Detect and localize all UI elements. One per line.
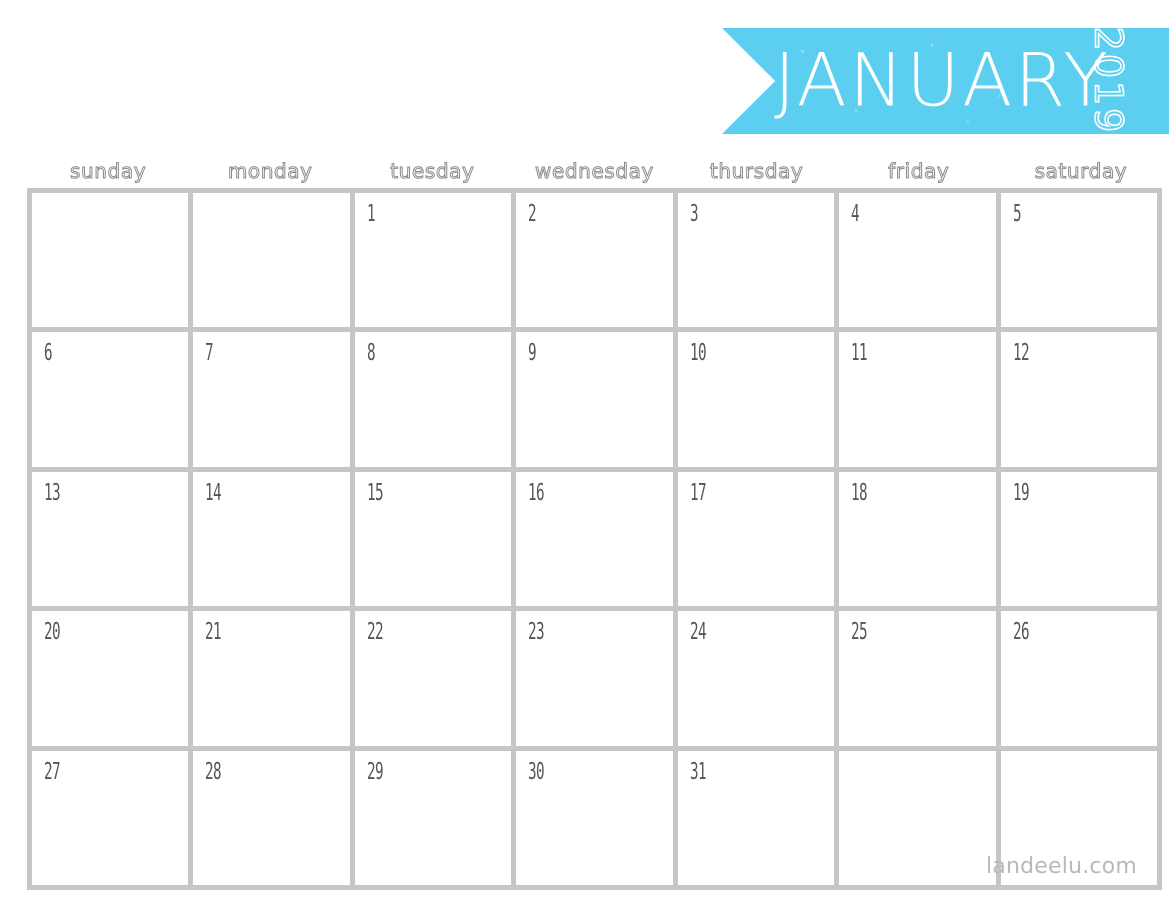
day-number: 29 [366, 758, 384, 785]
day-cell[interactable]: 14 [193, 471, 350, 607]
day-cell[interactable]: 12 [1000, 332, 1157, 467]
day-cell[interactable]: 29 [354, 750, 512, 885]
day-cell[interactable]: 25 [839, 611, 996, 746]
month-banner: JANUARY 2019 [722, 26, 1169, 136]
day-number: 25 [851, 619, 868, 646]
day-number: 14 [205, 479, 222, 506]
day-number: 3 [689, 201, 699, 227]
day-number: 6 [44, 340, 53, 367]
day-number: 5 [1012, 201, 1022, 227]
day-number: 11 [851, 340, 868, 367]
weekday-header-friday: friday [838, 156, 1000, 186]
day-number: 18 [851, 479, 868, 506]
day-number: 20 [44, 619, 61, 646]
day-number: 8 [366, 340, 376, 367]
day-number: 12 [1012, 340, 1030, 367]
calendar-page: JANUARY 2019 sunday monday tuesday wedne… [0, 0, 1169, 902]
day-number: 26 [1012, 619, 1030, 646]
weekday-header-tuesday: tuesday [351, 156, 513, 186]
day-cell[interactable] [32, 193, 189, 328]
day-number: 9 [528, 340, 537, 367]
day-cell[interactable]: 13 [32, 471, 189, 607]
day-cell[interactable]: 21 [193, 611, 350, 746]
weekday-label: tuesday [390, 159, 475, 183]
weekday-label: saturday [1034, 159, 1128, 183]
day-number: 16 [528, 479, 545, 506]
day-number: 2 [528, 201, 537, 227]
weekday-header-row: sunday monday tuesday wednesday thursday… [27, 156, 1162, 186]
day-cell[interactable]: 24 [677, 611, 835, 746]
weekday-header-monday: monday [189, 156, 351, 186]
weekday-label: monday [227, 159, 313, 183]
day-number: 30 [528, 758, 545, 785]
weekday-label: wednesday [535, 159, 654, 183]
day-cell[interactable]: 27 [32, 750, 189, 885]
day-cell[interactable]: 10 [677, 332, 835, 467]
year-label: 2019 [1086, 26, 1132, 136]
day-cell[interactable] [839, 750, 996, 885]
day-number: 31 [689, 758, 707, 785]
weekday-label: sunday [69, 159, 147, 183]
day-number: 1 [366, 201, 376, 227]
day-number: 4 [851, 201, 860, 227]
day-number: 22 [366, 619, 384, 646]
day-number: 17 [689, 479, 707, 506]
day-number: 7 [205, 340, 214, 367]
day-number: 19 [1012, 479, 1030, 506]
weekday-header-sunday: sunday [27, 156, 189, 186]
day-number: 28 [205, 758, 222, 785]
day-number: 10 [689, 340, 707, 367]
day-cell[interactable]: 7 [193, 332, 350, 467]
day-number: 13 [44, 479, 61, 506]
day-cell[interactable]: 11 [839, 332, 996, 467]
day-cell[interactable]: 5 [1000, 193, 1157, 328]
day-cell[interactable]: 17 [677, 471, 835, 607]
day-cell[interactable]: 26 [1000, 611, 1157, 746]
day-cell[interactable]: 3 [677, 193, 835, 328]
day-cell[interactable]: 2 [516, 193, 673, 328]
day-cell[interactable]: 8 [354, 332, 512, 467]
weekday-label: thursday [709, 159, 804, 183]
day-cell[interactable]: 31 [677, 750, 835, 885]
day-cell[interactable]: 4 [839, 193, 996, 328]
day-number: 27 [44, 758, 61, 785]
day-number: 23 [528, 619, 545, 646]
weekday-label: friday [888, 159, 950, 183]
calendar-grid: 1 2 3 4 5 6 7 8 9 10 11 12 13 14 15 16 1… [27, 188, 1162, 890]
day-cell[interactable]: 18 [839, 471, 996, 607]
day-cell[interactable]: 30 [516, 750, 673, 885]
day-cell[interactable]: 23 [516, 611, 673, 746]
day-number: 24 [689, 619, 707, 646]
day-cell[interactable]: 19 [1000, 471, 1157, 607]
day-cell[interactable]: 15 [354, 471, 512, 607]
site-watermark: landeelu.com [985, 854, 1137, 879]
weekday-header-saturday: saturday [1000, 156, 1162, 186]
day-number: 21 [205, 619, 222, 646]
weekday-header-thursday: thursday [676, 156, 838, 186]
day-cell[interactable]: 22 [354, 611, 512, 746]
day-cell[interactable]: 28 [193, 750, 350, 885]
day-number: 15 [366, 479, 384, 506]
day-cell[interactable]: 20 [32, 611, 189, 746]
day-cell[interactable] [193, 193, 350, 328]
month-title: JANUARY [774, 38, 1111, 124]
day-cell[interactable]: 6 [32, 332, 189, 467]
day-cell[interactable]: 16 [516, 471, 673, 607]
day-cell[interactable]: 9 [516, 332, 673, 467]
day-cell[interactable]: 1 [354, 193, 512, 328]
weekday-header-wednesday: wednesday [513, 156, 675, 186]
